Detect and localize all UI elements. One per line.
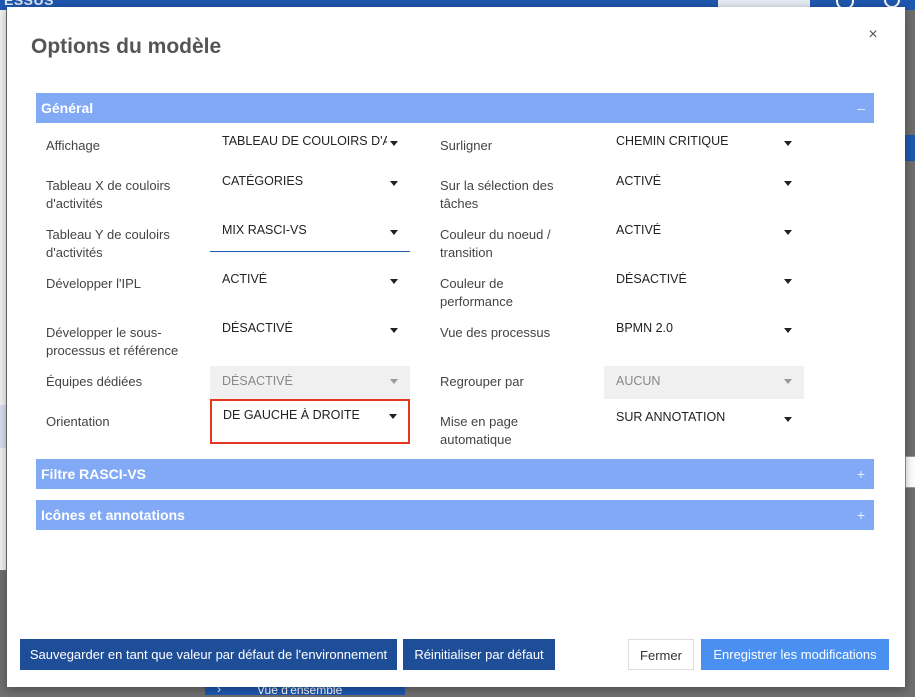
- background-sidebar: [0, 10, 6, 570]
- save-default-button[interactable]: Sauvegarder en tant que valeur par défau…: [20, 639, 397, 670]
- model-options-dialog: Options du modèle × Général – Affichage …: [7, 7, 905, 687]
- surligner-select[interactable]: CHEMIN CRITIQUE: [604, 130, 804, 163]
- background-sidebar-active: [0, 405, 6, 448]
- surligner-value: CHEMIN CRITIQUE: [616, 134, 729, 148]
- dropdown-arrow-icon: [784, 279, 792, 284]
- section-general-header[interactable]: Général –: [36, 93, 874, 123]
- mise-en-page-select[interactable]: SUR ANNOTATION: [604, 406, 804, 439]
- surligner-label: Surligner: [440, 138, 493, 153]
- vue-processus-select[interactable]: BPMN 2.0: [604, 317, 804, 350]
- dropdown-arrow-icon: [390, 328, 398, 333]
- section-rasci-header[interactable]: Filtre RASCI-VS +: [36, 459, 874, 489]
- save-changes-button[interactable]: Enregistrer les modifications: [701, 639, 889, 670]
- couleur-perf-select[interactable]: DÉSACTIVÉ: [604, 268, 804, 301]
- couleur-perf-value: DÉSACTIVÉ: [616, 272, 687, 286]
- collapse-icon[interactable]: –: [857, 93, 865, 123]
- equipes-value: DÉSACTIVÉ: [222, 374, 293, 388]
- affichage-value: TABLEAU DE COULOIRS D'ACTIVITÉS: [222, 134, 387, 148]
- background-right-button: [905, 135, 915, 161]
- orientation-value: DE GAUCHE À DROITE: [223, 408, 360, 422]
- mise-en-page-label: Mise en page automatique: [440, 414, 519, 447]
- developper-sous-value: DÉSACTIVÉ: [222, 321, 293, 335]
- developper-sous-label: Développer le sous-processus et référenc…: [46, 325, 179, 358]
- dropdown-arrow-icon: [784, 230, 792, 235]
- background-topbar-button: [718, 0, 810, 7]
- dropdown-arrow-icon: [784, 181, 792, 186]
- tableau-y-select[interactable]: MIX RASCI-VS: [210, 219, 410, 252]
- section-rasci-label: Filtre RASCI-VS: [41, 466, 147, 482]
- orientation-label: Orientation: [46, 414, 110, 429]
- selection-taches-select[interactable]: ACTIVÉ: [604, 170, 804, 203]
- dropdown-arrow-icon: [784, 328, 792, 333]
- affichage-select[interactable]: TABLEAU DE COULOIRS D'ACTIVITÉS: [210, 130, 410, 163]
- section-general-label: Général: [41, 100, 94, 116]
- dropdown-arrow-icon: [784, 417, 792, 422]
- regrouper-value: AUCUN: [616, 374, 661, 388]
- dropdown-arrow-icon: [390, 181, 398, 186]
- affichage-label: Affichage: [46, 138, 100, 153]
- vue-processus-label: Vue des processus: [440, 325, 551, 340]
- orientation-select[interactable]: DE GAUCHE À DROITE: [210, 399, 410, 444]
- tableau-x-value: CATÉGORIES: [222, 174, 304, 188]
- developper-ipl-label: Développer l'IPL: [46, 276, 141, 291]
- mise-en-page-value: SUR ANNOTATION: [616, 410, 726, 424]
- tableau-y-value: MIX RASCI-VS: [222, 223, 307, 237]
- dropdown-arrow-icon: [390, 379, 398, 384]
- developper-ipl-value: ACTIVÉ: [222, 272, 268, 286]
- developper-ipl-select[interactable]: ACTIVÉ: [210, 268, 410, 301]
- dropdown-arrow-icon: [390, 279, 398, 284]
- equipes-select: DÉSACTIVÉ: [210, 366, 410, 399]
- section-icons-header[interactable]: Icônes et annotations +: [36, 500, 874, 530]
- couleur-noeud-select[interactable]: ACTIVÉ: [604, 219, 804, 252]
- selection-taches-value: ACTIVÉ: [616, 174, 662, 188]
- dropdown-arrow-icon: [390, 141, 398, 146]
- couleur-perf-label: Couleur de performance: [440, 276, 513, 309]
- tableau-x-label: Tableau X de couloirs d'activités: [46, 178, 171, 211]
- vue-processus-value: BPMN 2.0: [616, 321, 673, 335]
- close-button[interactable]: Fermer: [628, 639, 694, 670]
- regrouper-select: AUCUN: [604, 366, 804, 399]
- developper-sous-select[interactable]: DÉSACTIVÉ: [210, 317, 410, 350]
- tableau-y-label: Tableau Y de couloirs d'activités: [46, 227, 170, 260]
- reset-default-button[interactable]: Réinitialiser par défaut: [403, 639, 555, 670]
- dialog-title: Options du modèle: [31, 35, 222, 58]
- close-icon[interactable]: ×: [863, 25, 883, 45]
- couleur-noeud-value: ACTIVÉ: [616, 223, 662, 237]
- dropdown-arrow-icon: [389, 414, 397, 419]
- regrouper-label: Regrouper par: [440, 374, 524, 389]
- selection-taches-label: Sur la sélection des tâches: [440, 178, 554, 211]
- background-right-box: [905, 456, 915, 488]
- dropdown-arrow-icon: [784, 141, 792, 146]
- expand-icon[interactable]: +: [857, 500, 865, 530]
- expand-icon[interactable]: +: [857, 459, 865, 489]
- dropdown-arrow-icon: [784, 379, 792, 384]
- equipes-label: Équipes dédiées: [46, 374, 143, 389]
- tableau-x-select[interactable]: CATÉGORIES: [210, 170, 410, 203]
- couleur-noeud-label: Couleur du noeud / transition: [440, 227, 551, 260]
- section-icons-label: Icônes et annotations: [41, 507, 185, 523]
- dropdown-arrow-icon: [390, 230, 398, 235]
